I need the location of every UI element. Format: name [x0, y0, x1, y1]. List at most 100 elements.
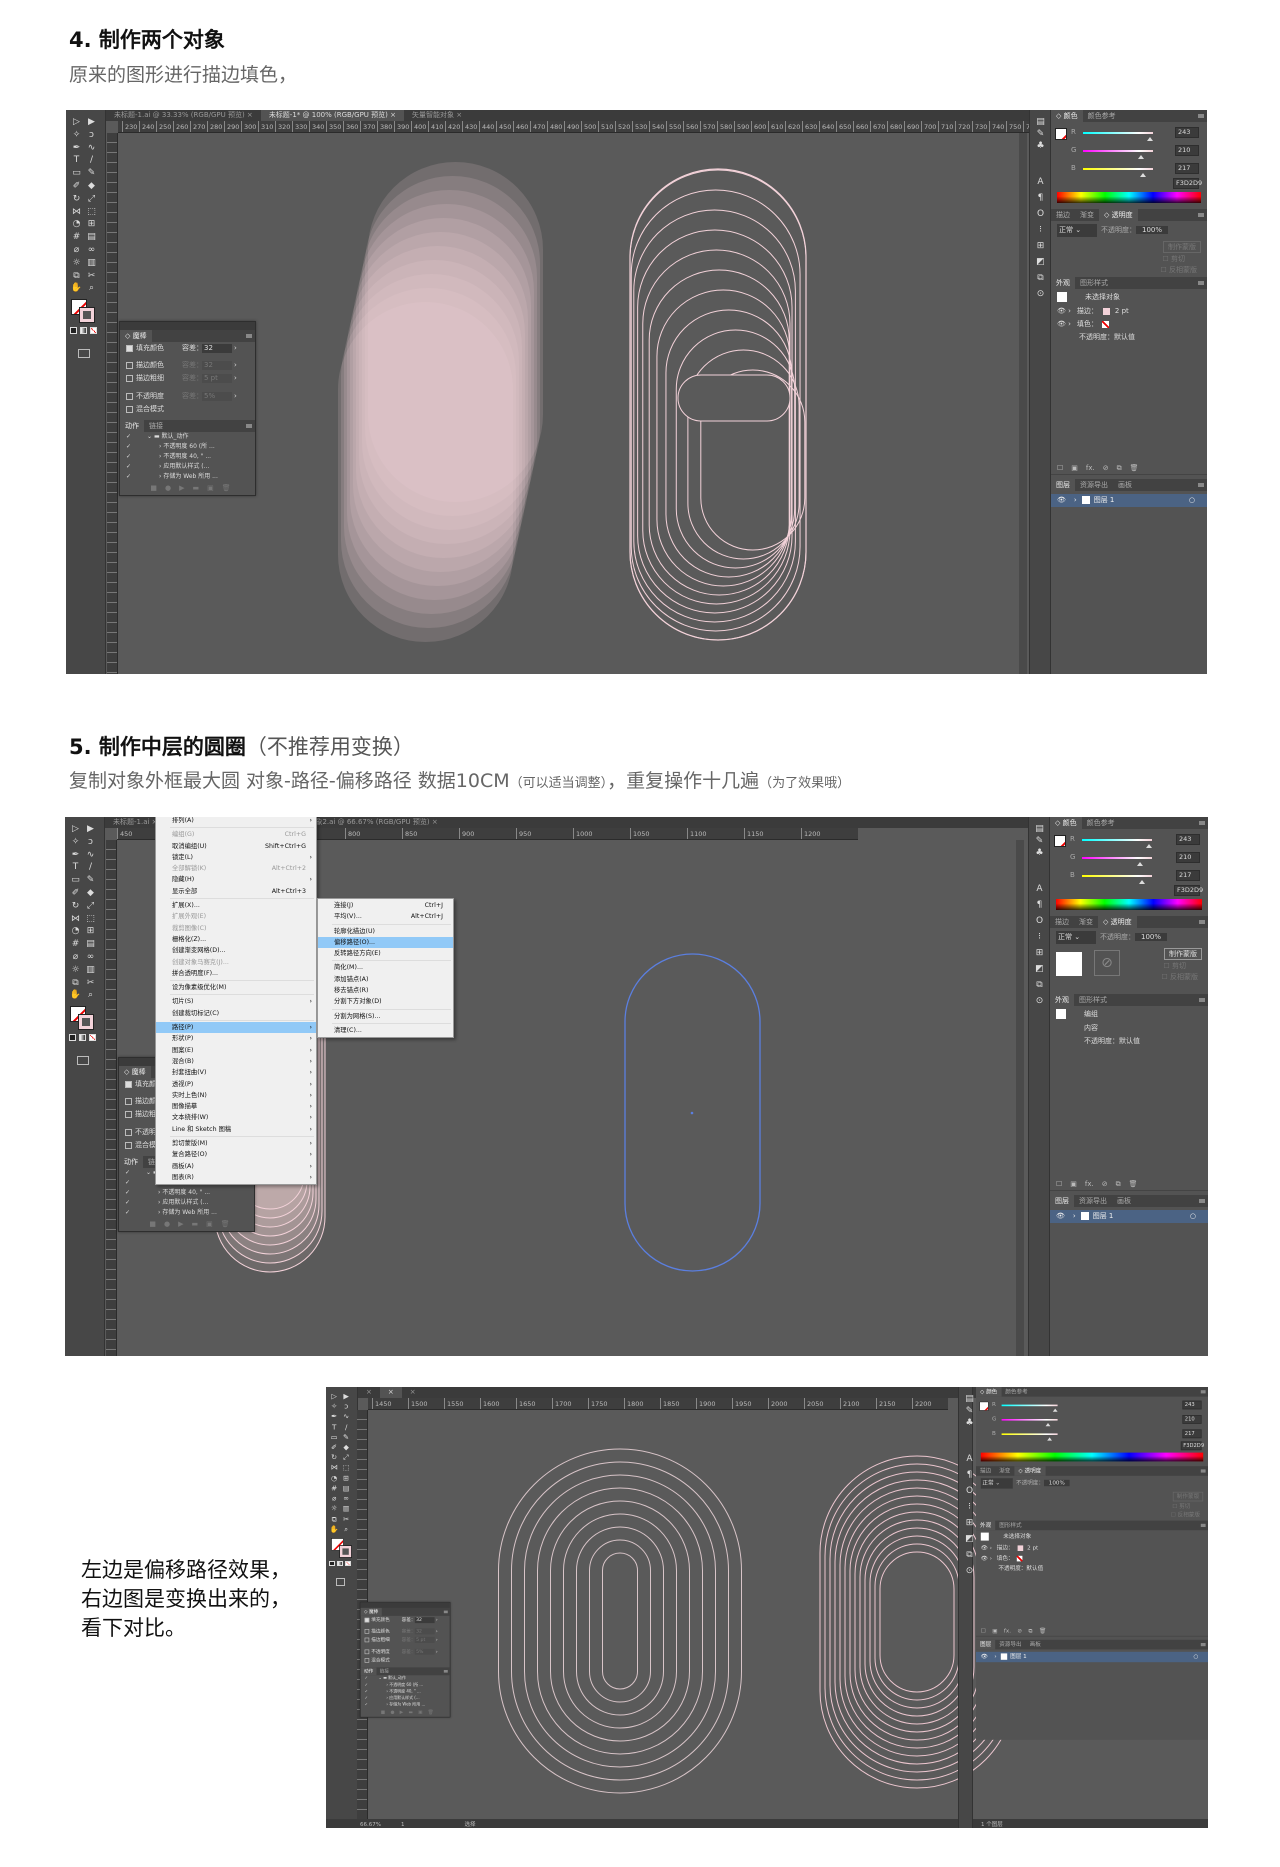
- expand-arrow-icon[interactable]: ›: [994, 1653, 996, 1659]
- new-action-icon[interactable]: ▣: [418, 1710, 422, 1715]
- stepper-arrow-icon[interactable]: ›: [234, 359, 237, 372]
- channel-value-field[interactable]: 217: [1176, 870, 1200, 881]
- panel-menu-icon[interactable]: [1199, 1199, 1205, 1203]
- panel-menu-icon[interactable]: [246, 424, 252, 428]
- transparency-panel-tab[interactable]: ◇ 透明度: [1014, 1466, 1046, 1476]
- new-set-icon[interactable]: ▬: [408, 1710, 412, 1715]
- actions-panel-tab[interactable]: 动作: [120, 420, 144, 432]
- menu-item[interactable]: 形状(P) ›: [156, 1033, 316, 1044]
- menu-item[interactable]: 创建对象马赛克(J)...: [156, 957, 316, 968]
- stepper-arrow-icon[interactable]: ›: [436, 1627, 438, 1636]
- submenu-item[interactable]: 轮廓化描边(U): [318, 926, 453, 937]
- color-spectrum[interactable]: [980, 1452, 1204, 1462]
- submenu-item[interactable]: 分割为网格(S)...: [318, 1011, 453, 1022]
- menu-item[interactable]: 扩展(X)...: [156, 900, 316, 911]
- stop-icon[interactable]: ■: [381, 1710, 385, 1715]
- tolerance-field[interactable]: 32: [202, 344, 232, 353]
- menu-item[interactable]: 实时上色(N) ›: [156, 1090, 316, 1101]
- play-icon[interactable]: ▶: [178, 1220, 183, 1228]
- check-icon[interactable]: ✓: [365, 1676, 368, 1681]
- check-icon[interactable]: ✓: [365, 1696, 368, 1701]
- actions-panel-tab[interactable]: 动作: [360, 1667, 377, 1676]
- clip-checkbox[interactable]: ☐ 剪切: [1163, 961, 1186, 971]
- expand-arrow-icon[interactable]: ›: [1073, 1212, 1076, 1220]
- menu-item[interactable]: 隐藏(H) ›: [156, 874, 316, 885]
- menu-item[interactable]: 剪切蒙版(M) ›: [156, 1138, 316, 1149]
- add-fill-icon[interactable]: ▣: [992, 1628, 997, 1634]
- visibility-eye-icon[interactable]: 👁︎ ›: [1057, 307, 1071, 315]
- menu-item[interactable]: 画板(A) ›: [156, 1161, 316, 1172]
- character-icon[interactable]: A: [1033, 883, 1046, 895]
- delete-icon[interactable]: 🗑︎: [1130, 464, 1139, 472]
- submenu-item[interactable]: 反转路径方向(E): [318, 948, 453, 959]
- links-icon[interactable]: ⊙: [963, 1565, 976, 1577]
- layer-row[interactable]: 👁︎ › 图层 1 ○: [1051, 494, 1207, 507]
- target-circle-icon[interactable]: ○: [1190, 1210, 1196, 1223]
- panel-menu-icon[interactable]: [443, 1610, 448, 1614]
- channel-slider-track[interactable]: [1001, 1404, 1058, 1407]
- magic-wand-option[interactable]: 填充颜色 容差：32›: [361, 1616, 450, 1625]
- menu-item[interactable]: 复合路径(O) ›: [156, 1149, 316, 1160]
- check-icon[interactable]: ✓: [365, 1683, 368, 1688]
- appearance-fill-row[interactable]: 👁︎ › 填色：: [1051, 318, 1207, 331]
- menu-item[interactable]: 全部解锁(K) Alt+Ctrl+2: [156, 863, 316, 874]
- new-action-icon[interactable]: ▣: [207, 484, 214, 492]
- magic-wand-option[interactable]: 描边粗细 容差：5 pt›: [120, 372, 255, 385]
- action-item[interactable]: ✓ ⌄ ▬ 默认_动作: [120, 432, 255, 442]
- slider-thumb[interactable]: [1145, 841, 1152, 848]
- clip-checkbox[interactable]: ☐ 剪切: [1172, 1502, 1190, 1510]
- magic-wand-option[interactable]: 混合模式: [120, 403, 255, 416]
- slider-thumb[interactable]: [1136, 859, 1143, 866]
- menu-item[interactable]: 图案(E) ›: [156, 1045, 316, 1056]
- layers-panel-tab[interactable]: 资源导出: [1074, 1195, 1112, 1207]
- checkbox[interactable]: [125, 1110, 132, 1118]
- tolerance-field[interactable]: 5 pt: [414, 1636, 435, 1643]
- duplicate-icon[interactable]: ⧉: [1029, 1628, 1033, 1634]
- brushes-icon[interactable]: ✎: [1034, 128, 1047, 140]
- fx-icon[interactable]: fx.: [1086, 464, 1095, 472]
- expand-arrow-icon[interactable]: ›: [1074, 496, 1077, 504]
- channel-value-field[interactable]: 217: [1175, 163, 1199, 174]
- checkbox[interactable]: [126, 361, 133, 369]
- color-slider-b[interactable]: B 217: [976, 1429, 1208, 1441]
- pathfinder-icon[interactable]: ◩: [1033, 963, 1046, 975]
- color-slider-g[interactable]: G 210: [1051, 144, 1207, 159]
- add-fill-icon[interactable]: ▣: [1071, 464, 1078, 472]
- channel-slider-track[interactable]: [1082, 839, 1152, 841]
- align-icon[interactable]: ⁝: [1033, 931, 1046, 943]
- actions-panel-tab[interactable]: 链接: [144, 420, 168, 432]
- slider-thumb[interactable]: [1046, 1435, 1052, 1441]
- clear-icon[interactable]: ⊘: [1017, 1628, 1022, 1634]
- magic-wand-option[interactable]: 混合模式: [361, 1656, 450, 1665]
- appearance-stroke-row[interactable]: 👁︎ › 描边： 2 pt: [1051, 305, 1207, 318]
- delete-icon[interactable]: 🗑︎: [1129, 1180, 1138, 1188]
- slider-thumb[interactable]: [1045, 1421, 1051, 1427]
- submenu-item[interactable]: 添加锚点(A): [318, 974, 453, 985]
- symbols-icon[interactable]: ♣: [963, 1417, 976, 1429]
- color-slider-g[interactable]: G 210: [1050, 851, 1208, 866]
- transparency-panel-tab[interactable]: ◇ 透明度: [1098, 916, 1137, 928]
- channel-value-field[interactable]: 210: [1175, 145, 1199, 156]
- layers-panel-tab[interactable]: 画板: [1112, 1195, 1136, 1207]
- channel-value-field[interactable]: 217: [1182, 1429, 1202, 1439]
- color-slider-r[interactable]: R 243: [1050, 833, 1208, 848]
- character-icon[interactable]: A: [1034, 176, 1047, 188]
- menu-item[interactable]: 创建裁切标记(C): [156, 1008, 316, 1019]
- visibility-eye-icon[interactable]: 👁︎: [1056, 1212, 1065, 1220]
- magic-wand-option[interactable]: 描边粗细 容差：5 pt›: [361, 1636, 450, 1645]
- transparency-panel-tab[interactable]: 描边: [1050, 916, 1074, 928]
- opentype-icon[interactable]: O: [963, 1485, 976, 1497]
- magic-wand-option[interactable]: 描边颜色 容差：32›: [120, 359, 255, 372]
- channel-slider-track[interactable]: [1083, 132, 1153, 134]
- menu-item[interactable]: 图表(R) ›: [156, 1172, 316, 1183]
- check-icon[interactable]: ✓: [125, 1169, 130, 1176]
- duplicate-icon[interactable]: ⧉: [1117, 464, 1122, 472]
- checkbox[interactable]: [126, 374, 133, 382]
- brushes-icon[interactable]: ✎: [963, 1405, 976, 1417]
- asset-export-icon[interactable]: ⧉: [963, 1549, 976, 1561]
- transform-icon[interactable]: ⊞: [1033, 947, 1046, 959]
- delete-icon[interactable]: 🗑︎: [428, 1710, 434, 1715]
- menu-item[interactable]: 拼合透明度(F)...: [156, 968, 316, 979]
- fx-icon[interactable]: fx.: [1085, 1180, 1094, 1188]
- menu-item[interactable]: 图像描摹 ›: [156, 1101, 316, 1112]
